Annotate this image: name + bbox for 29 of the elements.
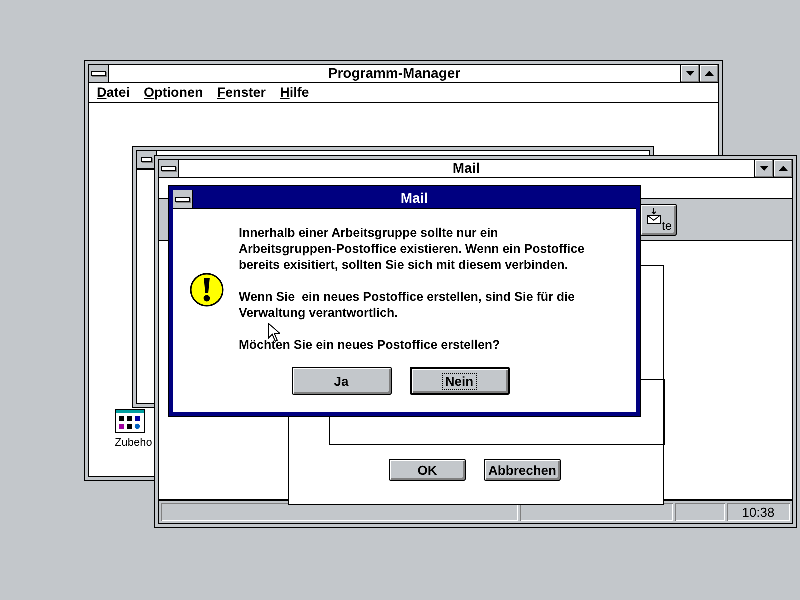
window-title: Programm-Manager: [327, 65, 462, 82]
menu-item[interactable]: Hilfe: [280, 85, 310, 100]
dialog-button[interactable]: OK: [389, 459, 466, 481]
mouse-pointer-icon: [268, 323, 280, 342]
message-text: Möchten Sie ein neues Postoffice erstellen?: [239, 337, 502, 353]
dialog-button[interactable]: Nein: [410, 367, 510, 395]
message-text: Innerhalb einer Arbeitsgruppe sollte nur ein Arbeitsgruppen-Postoffice existieren. Wenn ein Postoffice bereits exisitiert, sollten Sie sich mit diesem verbinden.: [239, 225, 585, 273]
system-menu-icon[interactable]: [159, 160, 179, 177]
minimize-icon[interactable]: [754, 160, 773, 177]
menu-item[interactable]: Datei: [97, 85, 130, 100]
system-menu-icon[interactable]: [173, 190, 193, 208]
status-pane: [675, 503, 725, 521]
program-group-icon[interactable]: [114, 409, 145, 433]
message-text: Wenn Sie ein neues Postoffice erstellen, sind Sie für die Verwaltung verantwortlich.: [239, 289, 576, 321]
maximize-icon[interactable]: [773, 160, 792, 177]
system-menu-icon[interactable]: [89, 65, 109, 82]
maximize-icon[interactable]: [699, 65, 718, 82]
window-title: Mail: [400, 190, 430, 208]
minimize-icon[interactable]: [680, 65, 699, 82]
menu-item[interactable]: Optionen: [144, 85, 204, 100]
envelope-icon: [647, 208, 661, 224]
window-title: Mail: [452, 160, 482, 177]
toolbar-button[interactable]: te: [640, 204, 677, 236]
dialog-button[interactable]: Abbrechen: [484, 459, 561, 481]
dialog-button[interactable]: Ja: [292, 367, 392, 395]
exclamation-icon: [190, 273, 224, 307]
menu-item[interactable]: Fenster: [217, 85, 266, 100]
clock-text: 10:38: [727, 503, 790, 521]
icon-label: Zubeho: [115, 437, 152, 449]
